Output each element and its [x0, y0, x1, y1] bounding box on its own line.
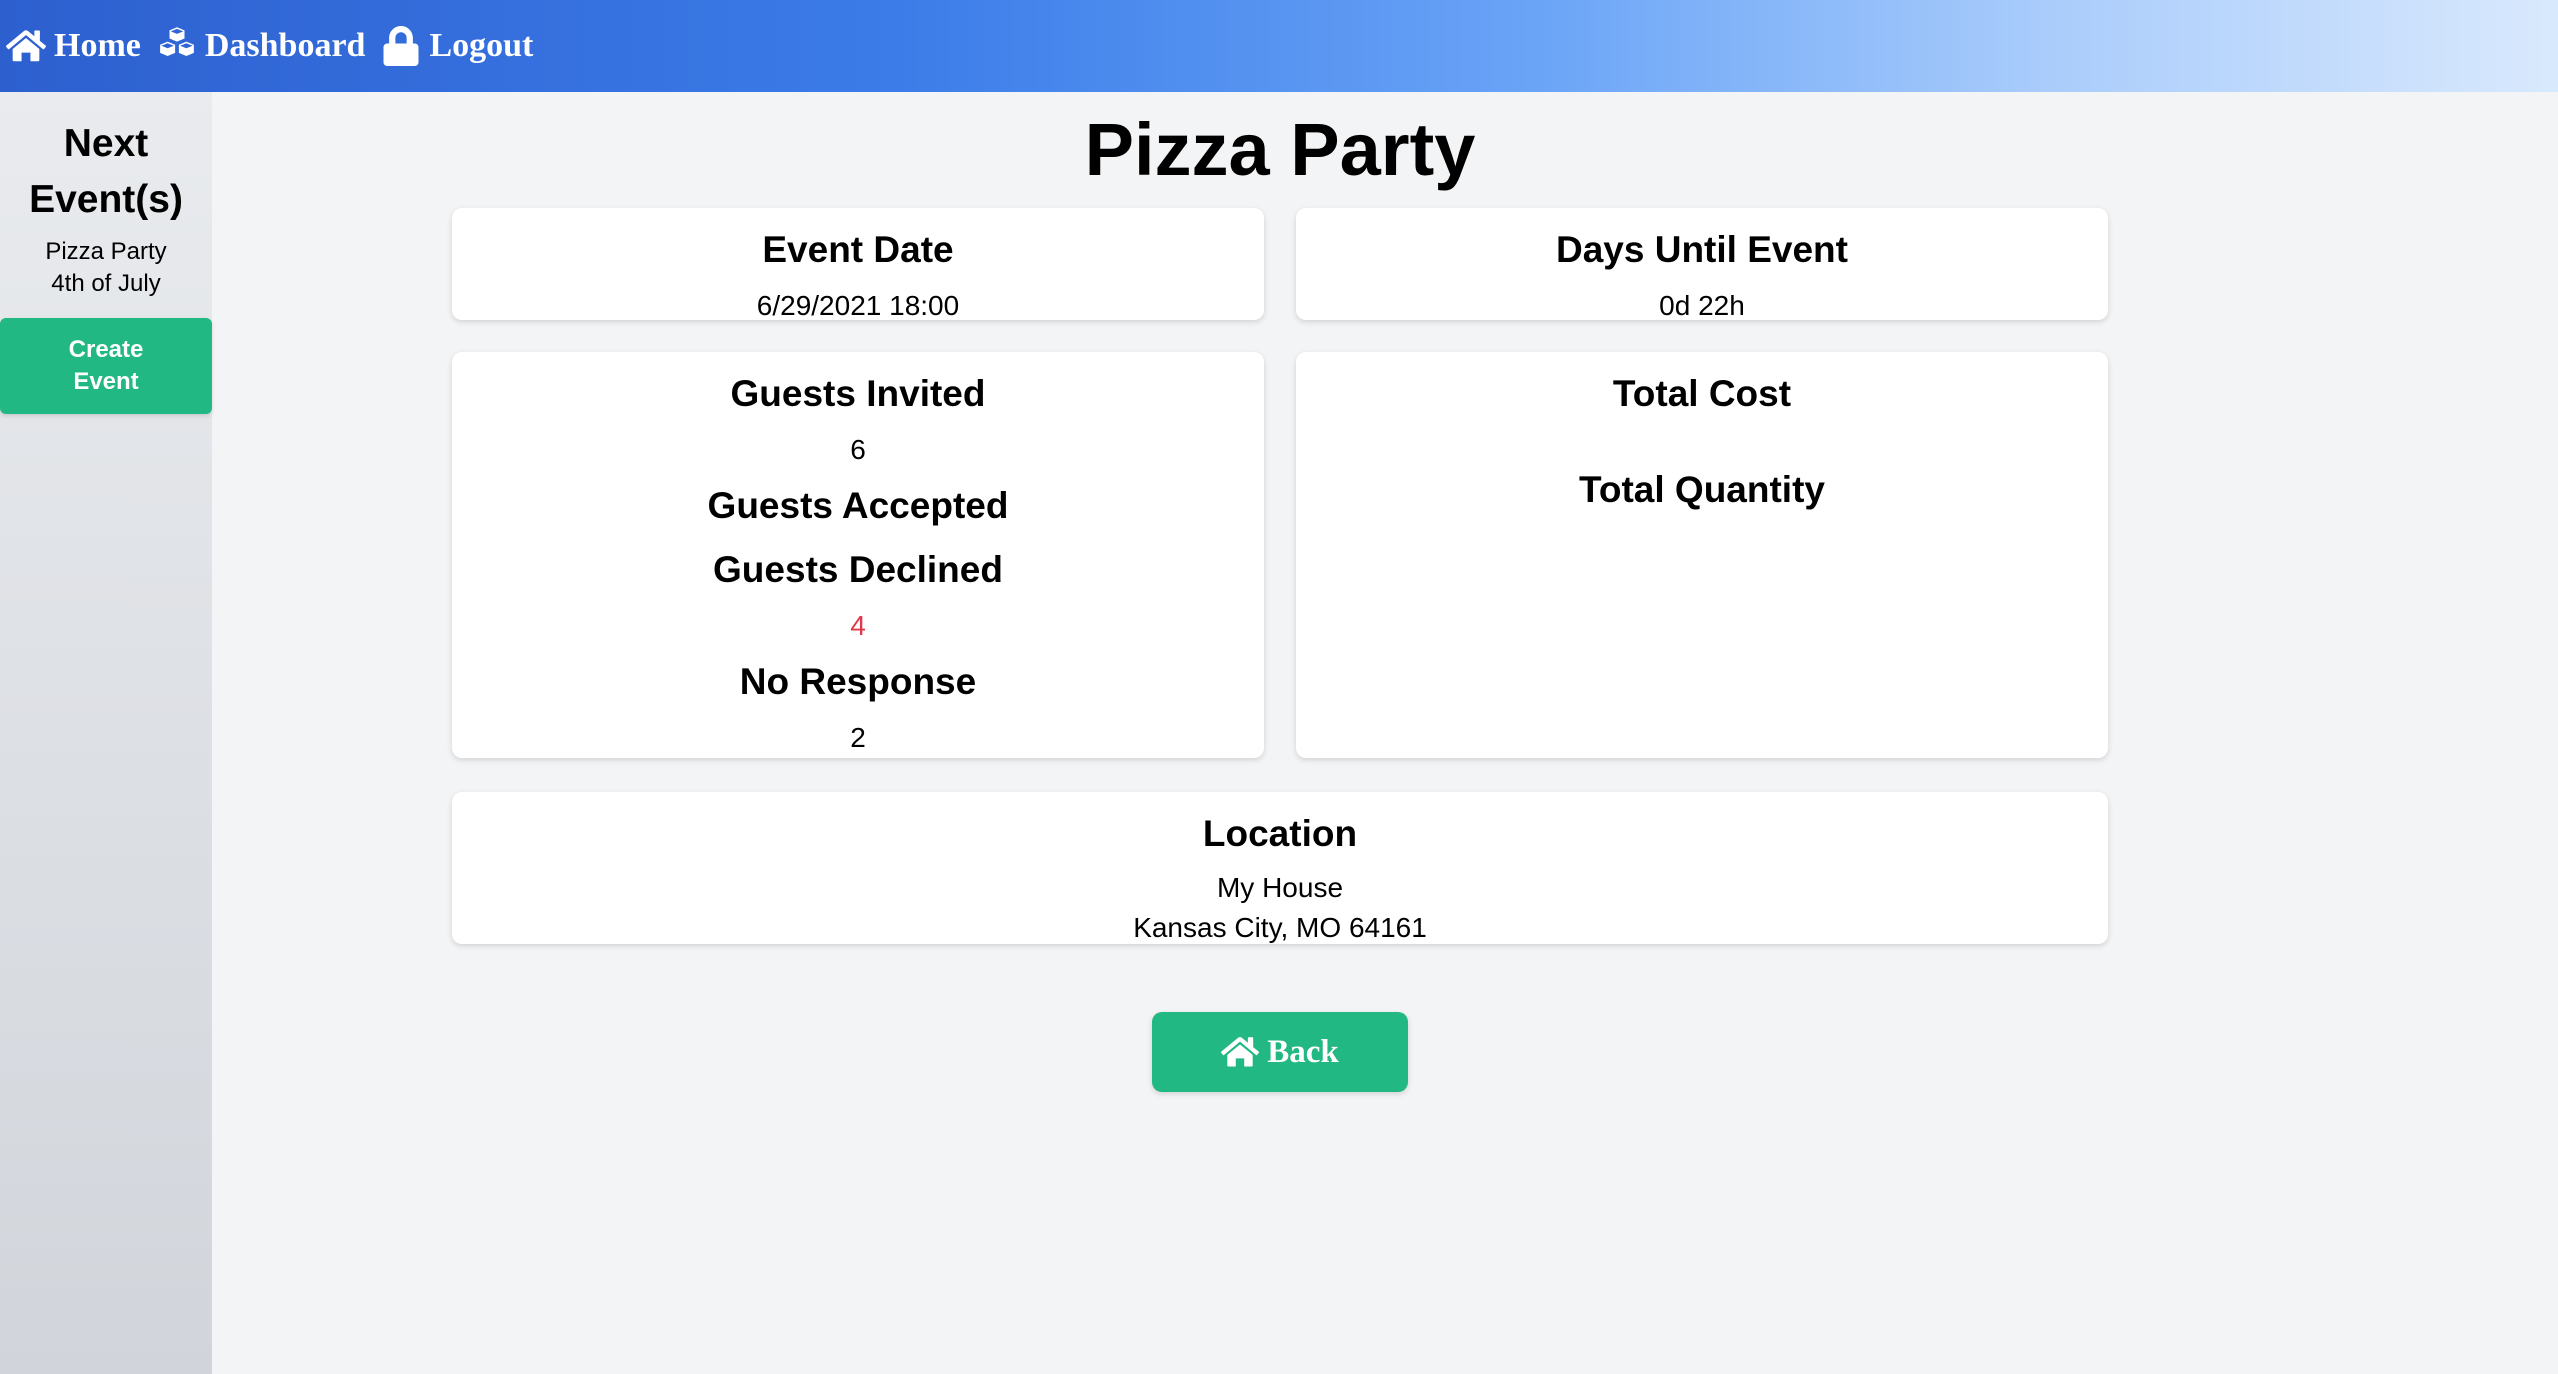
cost-card: Total Cost Total Quantity	[1296, 352, 2108, 758]
location-card: Location My House Kansas City, MO 64161	[452, 792, 2108, 944]
days-until-card: Days Until Event 0d 22h	[1296, 208, 2108, 321]
guests-card: Guests Invited 6 Guests Accepted Guests …	[452, 352, 1264, 758]
home-icon	[1221, 1037, 1260, 1067]
no-response-heading: No Response	[739, 661, 977, 702]
location-heading: Location	[1202, 813, 1358, 854]
page-title: Pizza Party	[1084, 108, 1476, 191]
cubes-icon	[159, 27, 194, 56]
nav-home-label: Home	[54, 27, 141, 64]
nav-dashboard-link[interactable]: Dashboard	[157, 26, 366, 66]
guests-declined-heading: Guests Declined	[713, 549, 1003, 590]
guests-invited-value: 6	[850, 434, 866, 465]
event-date-heading: Event Date	[762, 229, 954, 270]
nav-dashboard-label: Dashboard	[204, 27, 366, 64]
guests-declined-value: 4	[850, 610, 866, 641]
nav-home-link[interactable]: Home	[6, 26, 141, 66]
back-button[interactable]: Back	[1152, 1012, 1408, 1092]
create-event-button[interactable]: Create Event	[0, 318, 212, 414]
event-date-card: Event Date 6/29/2021 18:00	[452, 208, 1264, 321]
location-address: Kansas City, MO 64161	[1133, 912, 1427, 943]
location-name: My House	[1216, 872, 1344, 903]
nav-logout-link[interactable]: Logout	[381, 26, 533, 66]
sidebar-title: Next Event(s)	[29, 122, 183, 221]
back-button-label: Back	[1267, 1033, 1339, 1070]
top-nav: Home Dashboard Logout	[0, 0, 2558, 92]
sidebar-event-list: Pizza Party 4th of July	[0, 236, 212, 300]
event-date-value: 6/29/2021 18:00	[756, 290, 960, 321]
sidebar: Next Event(s) Pizza Party 4th of July Cr…	[0, 92, 212, 1374]
no-response-value: 2	[850, 722, 866, 753]
days-until-value: 0d 22h	[1659, 290, 1745, 321]
lock-icon	[383, 26, 419, 66]
nav-logout-label: Logout	[429, 27, 534, 64]
days-until-heading: Days Until Event	[1556, 229, 1848, 270]
sidebar-event-item[interactable]: Pizza Party	[0, 236, 212, 268]
guests-invited-heading: Guests Invited	[730, 373, 986, 414]
total-cost-heading: Total Cost	[1612, 373, 1792, 414]
guests-accepted-heading: Guests Accepted	[707, 485, 1009, 526]
total-quantity-heading: Total Quantity	[1579, 469, 1825, 510]
sidebar-event-item[interactable]: 4th of July	[0, 268, 212, 300]
home-icon	[6, 30, 46, 62]
